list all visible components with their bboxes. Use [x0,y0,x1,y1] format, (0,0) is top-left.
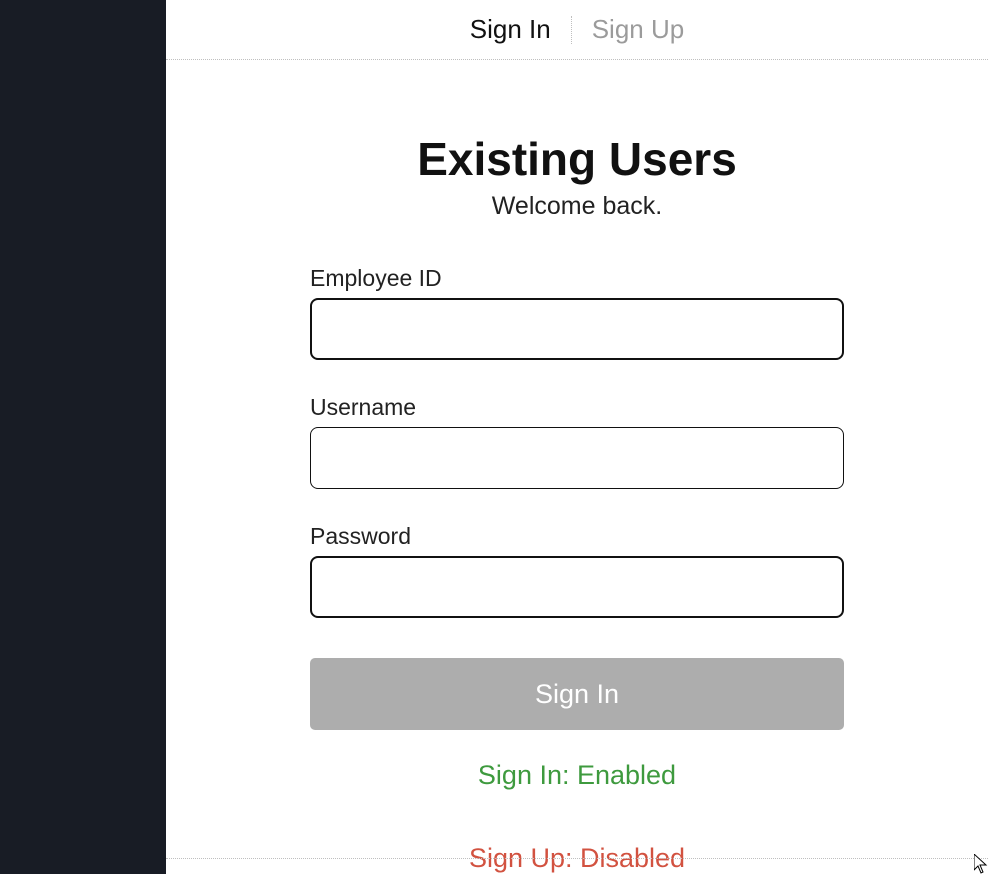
tab-signup[interactable]: Sign Up [572,6,705,53]
password-group: Password [310,523,844,618]
username-label: Username [310,394,844,421]
username-input[interactable] [310,427,844,489]
password-input[interactable] [310,556,844,618]
content-area: Existing Users Welcome back. Employee ID… [166,60,988,874]
signin-form: Employee ID Username Password Sign In Si… [310,265,844,874]
sidebar [0,0,166,874]
signin-status: Sign In: Enabled [310,760,844,791]
page-title: Existing Users [417,132,737,186]
employee-id-label: Employee ID [310,265,844,292]
main-panel: Sign In Sign Up Existing Users Welcome b… [166,0,988,874]
tab-signin[interactable]: Sign In [450,6,571,53]
password-label: Password [310,523,844,550]
signin-button[interactable]: Sign In [310,658,844,730]
employee-id-group: Employee ID [310,265,844,360]
employee-id-input[interactable] [310,298,844,360]
username-group: Username [310,394,844,489]
page-subtitle: Welcome back. [492,192,662,221]
tab-bar: Sign In Sign Up [166,0,988,60]
bottom-divider [166,858,988,859]
